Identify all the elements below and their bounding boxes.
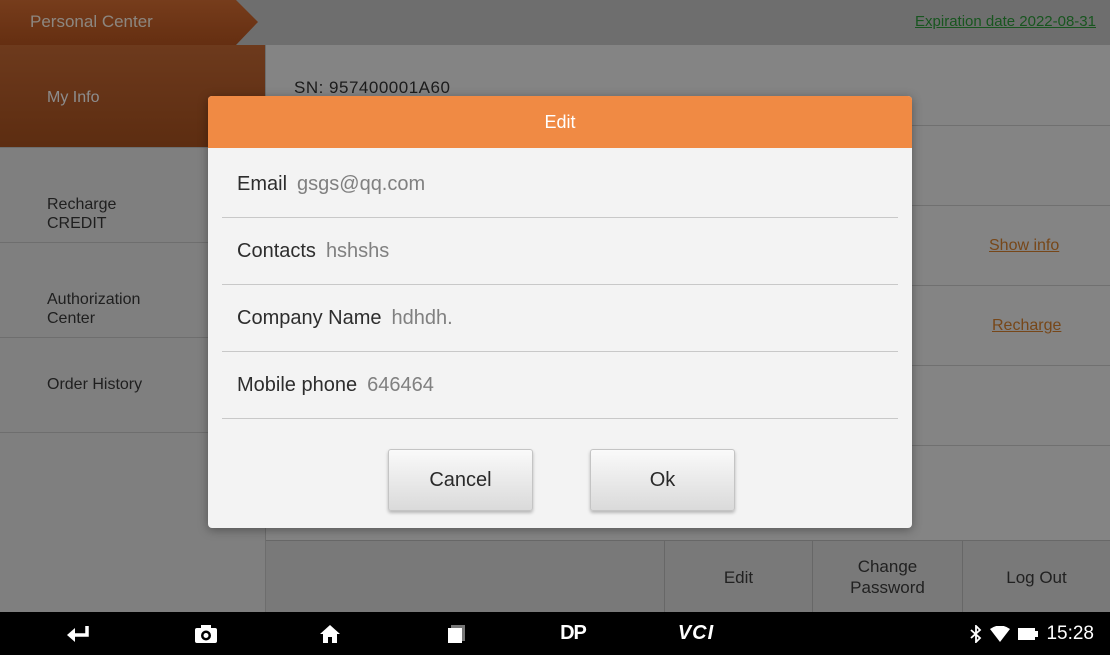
clock-time: 15:28 [1046,622,1094,644]
contacts-field[interactable]: Contacts hshshs [222,218,898,285]
ok-button[interactable]: Ok [590,449,735,511]
company-name-label: Company Name [237,306,382,329]
mobile-phone-field[interactable]: Mobile phone 646464 [222,352,898,419]
wifi-icon [990,625,1011,642]
recent-apps-icon[interactable] [436,612,476,655]
status-area: 15:28 [970,612,1094,655]
dp-text: DP [560,622,587,644]
battery-icon [1018,627,1039,640]
dp-icon[interactable]: DP [548,612,598,655]
mobile-phone-label: Mobile phone [237,373,358,396]
screenshot-icon[interactable] [186,612,226,655]
back-icon[interactable] [58,612,98,655]
dialog-title: Edit [208,96,912,148]
cancel-button-label: Cancel [429,468,492,491]
email-label: Email [237,172,288,195]
email-field[interactable]: Email gsgs@qq.com [222,151,898,218]
edit-dialog: Edit Email gsgs@qq.com Contacts hshshs C… [208,96,912,528]
mobile-phone-value[interactable]: 646464 [367,374,434,397]
system-navigation-bar: DP VCI 15:28 [0,612,1110,655]
ok-button-label: Ok [649,468,676,491]
home-icon[interactable] [310,612,350,655]
contacts-label: Contacts [237,239,316,262]
dialog-title-text: Edit [544,111,576,132]
bluetooth-icon [970,624,982,643]
email-value[interactable]: gsgs@qq.com [297,173,425,196]
company-name-field[interactable]: Company Name hdhdh. [222,285,898,352]
company-name-value[interactable]: hdhdh. [392,307,453,330]
cancel-button[interactable]: Cancel [388,449,533,511]
vci-icon[interactable]: VCI [666,612,726,655]
vci-text: VCI [677,622,715,644]
contacts-value[interactable]: hshshs [326,240,389,263]
